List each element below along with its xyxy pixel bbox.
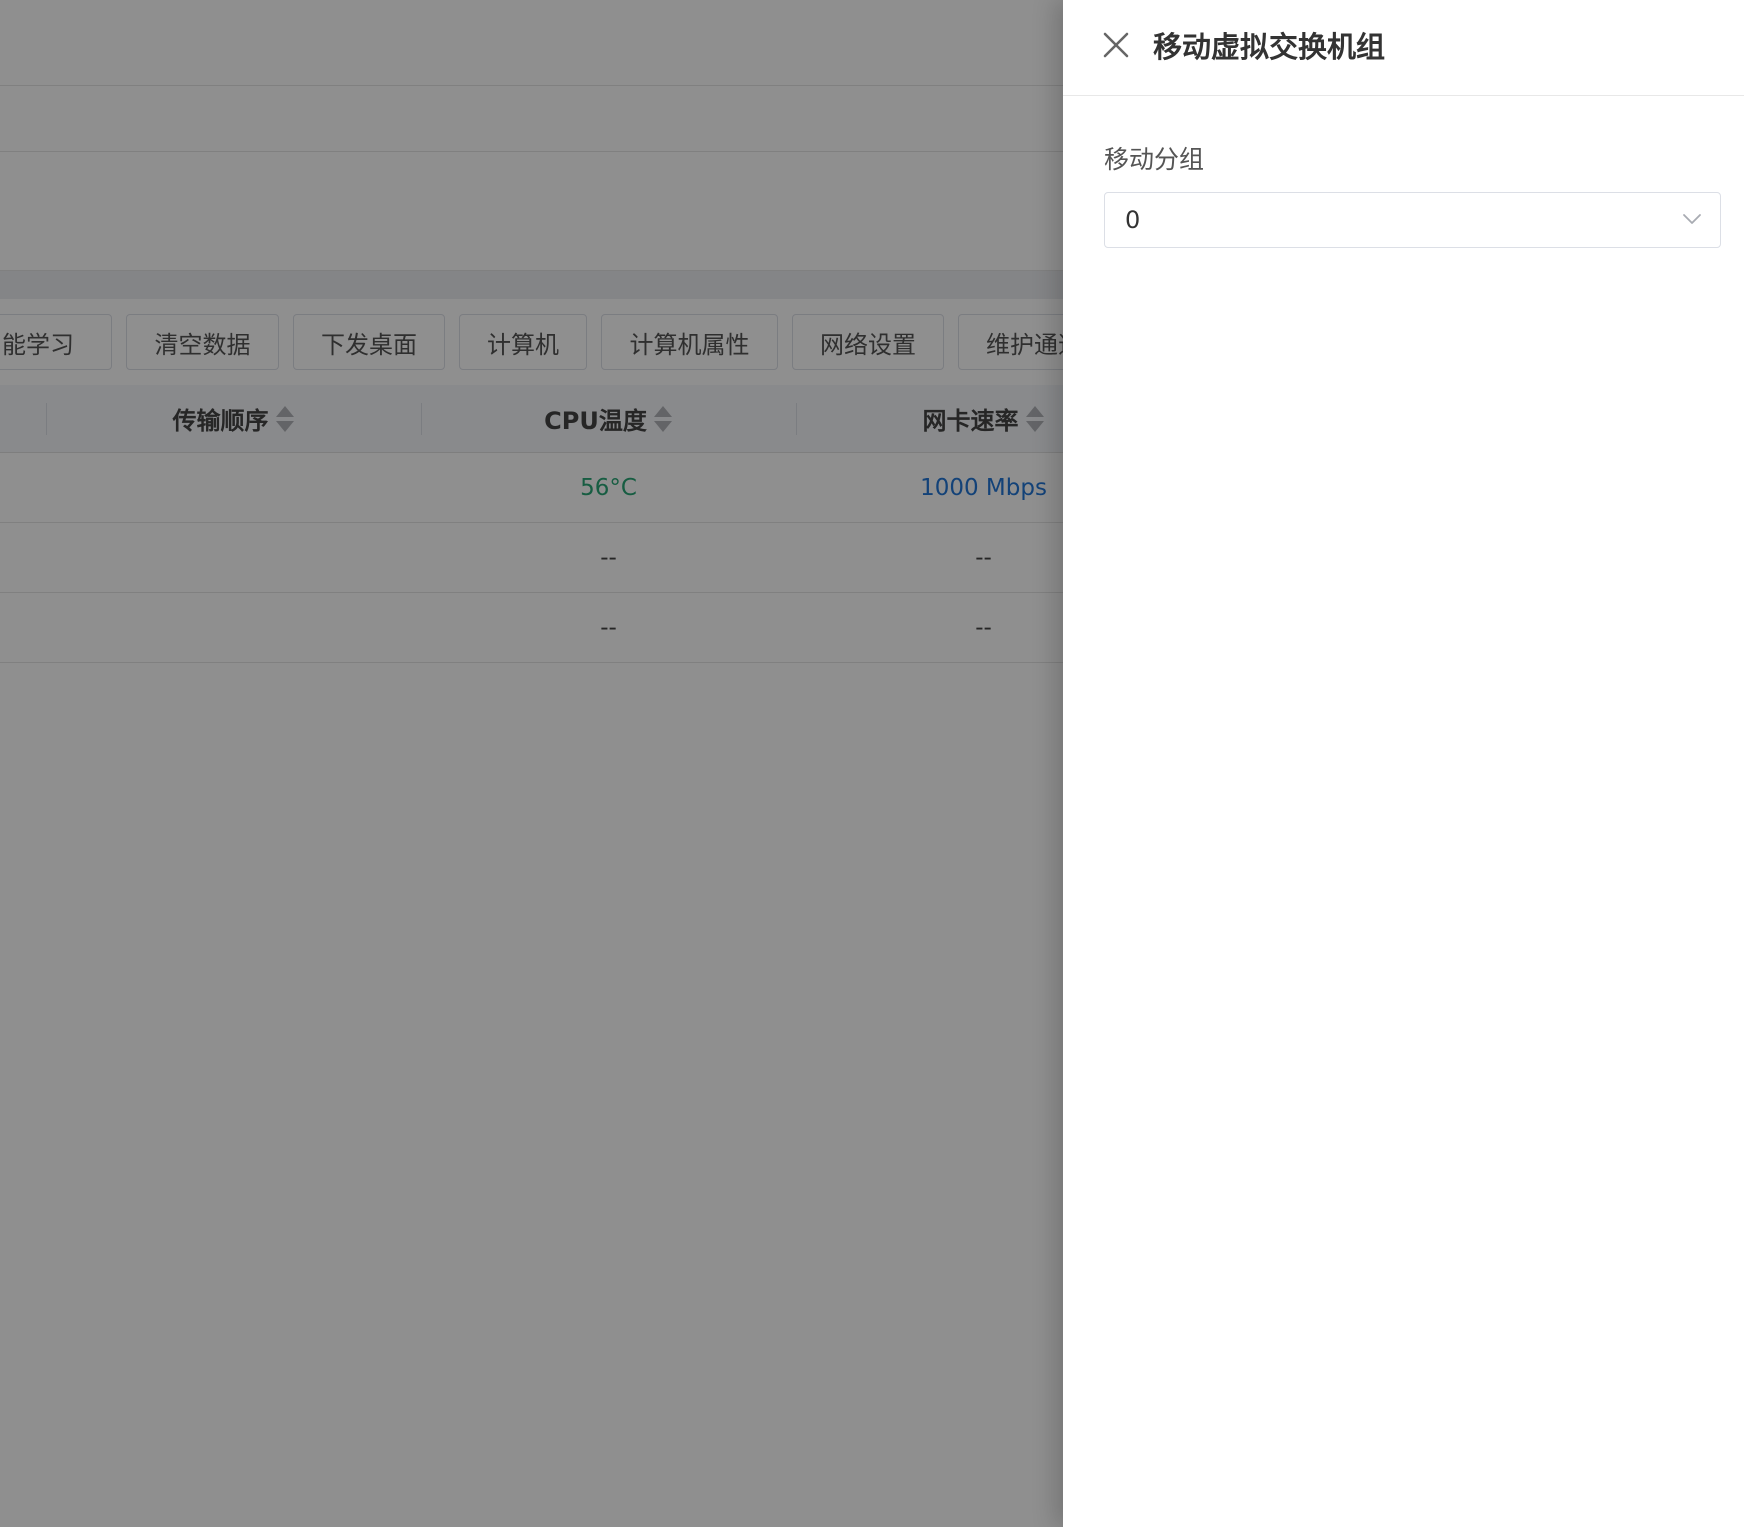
drawer-header: 移动虚拟交换机组 [1063,0,1744,96]
move-group-drawer: 移动虚拟交换机组 移动分组 0 [1063,0,1744,1527]
chevron-down-icon [1682,211,1702,227]
app-root: 智能学习 清空数据 下发桌面 计算机 计算机属性 网络设置 维护通道 传输顺序 … [0,0,1744,1527]
select-value: 0 [1125,206,1141,234]
move-group-select[interactable]: 0 [1104,192,1721,248]
drawer-title: 移动虚拟交换机组 [1153,30,1386,64]
move-group-label: 移动分组 [1104,145,1205,174]
close-icon[interactable] [1101,30,1141,66]
